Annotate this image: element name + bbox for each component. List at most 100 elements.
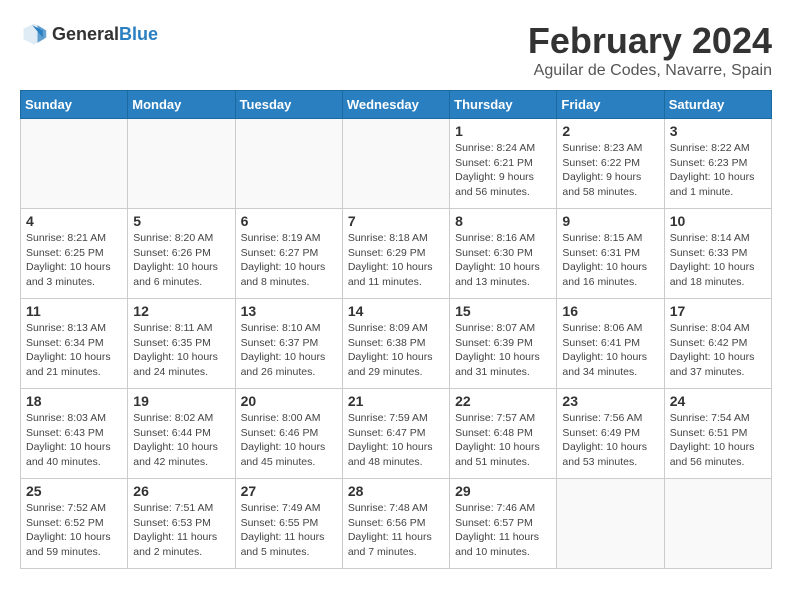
day-info: Sunrise: 8:16 AM Sunset: 6:30 PM Dayligh… xyxy=(455,231,551,290)
calendar-cell: 15 Sunrise: 8:07 AM Sunset: 6:39 PM Dayli… xyxy=(450,299,557,389)
day-number: 21 xyxy=(348,393,444,409)
calendar-cell: 24 Sunrise: 7:54 AM Sunset: 6:51 PM Dayli… xyxy=(664,389,771,479)
day-number: 12 xyxy=(133,303,229,319)
calendar-cell: 14 Sunrise: 8:09 AM Sunset: 6:38 PM Dayli… xyxy=(342,299,449,389)
calendar-cell: 11 Sunrise: 8:13 AM Sunset: 6:34 PM Dayli… xyxy=(21,299,128,389)
day-info: Sunrise: 8:02 AM Sunset: 6:44 PM Dayligh… xyxy=(133,411,229,470)
day-number: 5 xyxy=(133,213,229,229)
day-number: 23 xyxy=(562,393,658,409)
calendar-cell xyxy=(235,119,342,209)
day-info: Sunrise: 8:07 AM Sunset: 6:39 PM Dayligh… xyxy=(455,321,551,380)
day-info: Sunrise: 8:06 AM Sunset: 6:41 PM Dayligh… xyxy=(562,321,658,380)
weekday-header: Saturday xyxy=(664,91,771,119)
day-number: 14 xyxy=(348,303,444,319)
day-number: 3 xyxy=(670,123,766,139)
calendar-cell xyxy=(664,479,771,569)
day-info: Sunrise: 8:19 AM Sunset: 6:27 PM Dayligh… xyxy=(241,231,337,290)
day-number: 6 xyxy=(241,213,337,229)
calendar-cell: 5 Sunrise: 8:20 AM Sunset: 6:26 PM Daylig… xyxy=(128,209,235,299)
day-number: 13 xyxy=(241,303,337,319)
day-number: 16 xyxy=(562,303,658,319)
calendar-cell xyxy=(557,479,664,569)
calendar-cell: 9 Sunrise: 8:15 AM Sunset: 6:31 PM Daylig… xyxy=(557,209,664,299)
day-info: Sunrise: 8:21 AM Sunset: 6:25 PM Dayligh… xyxy=(26,231,122,290)
week-row: 18 Sunrise: 8:03 AM Sunset: 6:43 PM Dayli… xyxy=(21,389,772,479)
location-title: Aguilar de Codes, Navarre, Spain xyxy=(528,62,772,80)
logo-general: General xyxy=(52,24,119,44)
day-info: Sunrise: 8:15 AM Sunset: 6:31 PM Dayligh… xyxy=(562,231,658,290)
day-number: 8 xyxy=(455,213,551,229)
day-number: 10 xyxy=(670,213,766,229)
calendar-cell xyxy=(128,119,235,209)
day-info: Sunrise: 7:57 AM Sunset: 6:48 PM Dayligh… xyxy=(455,411,551,470)
calendar-cell: 29Sunrise: 7:46 AM Sunset: 6:57 PM Dayli… xyxy=(450,479,557,569)
day-number: 25 xyxy=(26,483,122,499)
calendar-table: SundayMondayTuesdayWednesdayThursdayFrid… xyxy=(20,90,772,569)
calendar-cell: 7 Sunrise: 8:18 AM Sunset: 6:29 PM Daylig… xyxy=(342,209,449,299)
day-info: Sunrise: 8:22 AM Sunset: 6:23 PM Dayligh… xyxy=(670,141,766,200)
day-info: Sunrise: 7:48 AM Sunset: 6:56 PM Dayligh… xyxy=(348,501,444,560)
day-number: 19 xyxy=(133,393,229,409)
logo: GeneralBlue xyxy=(20,20,158,48)
calendar-cell xyxy=(21,119,128,209)
day-number: 20 xyxy=(241,393,337,409)
day-number: 17 xyxy=(670,303,766,319)
calendar-cell: 19 Sunrise: 8:02 AM Sunset: 6:44 PM Dayli… xyxy=(128,389,235,479)
day-info: Sunrise: 7:54 AM Sunset: 6:51 PM Dayligh… xyxy=(670,411,766,470)
day-number: 28 xyxy=(348,483,444,499)
logo-icon xyxy=(20,20,48,48)
day-number: 2 xyxy=(562,123,658,139)
day-number: 11 xyxy=(26,303,122,319)
day-info: Sunrise: 7:59 AM Sunset: 6:47 PM Dayligh… xyxy=(348,411,444,470)
day-number: 27 xyxy=(241,483,337,499)
calendar-cell: 13Sunrise: 8:10 AM Sunset: 6:37 PM Dayli… xyxy=(235,299,342,389)
day-number: 26 xyxy=(133,483,229,499)
day-number: 18 xyxy=(26,393,122,409)
week-row: 11 Sunrise: 8:13 AM Sunset: 6:34 PM Dayli… xyxy=(21,299,772,389)
day-number: 24 xyxy=(670,393,766,409)
day-info: Sunrise: 8:20 AM Sunset: 6:26 PM Dayligh… xyxy=(133,231,229,290)
calendar-cell: 26 Sunrise: 7:51 AM Sunset: 6:53 PM Dayli… xyxy=(128,479,235,569)
day-number: 9 xyxy=(562,213,658,229)
week-row: 1 Sunrise: 8:24 AM Sunset: 6:21 PM Daylig… xyxy=(21,119,772,209)
day-info: Sunrise: 8:24 AM Sunset: 6:21 PM Dayligh… xyxy=(455,141,551,200)
calendar-cell: 18 Sunrise: 8:03 AM Sunset: 6:43 PM Dayli… xyxy=(21,389,128,479)
day-info: Sunrise: 7:56 AM Sunset: 6:49 PM Dayligh… xyxy=(562,411,658,470)
logo-blue: Blue xyxy=(119,24,158,44)
calendar-cell: 16 Sunrise: 8:06 AM Sunset: 6:41 PM Dayli… xyxy=(557,299,664,389)
calendar-cell: 25 Sunrise: 7:52 AM Sunset: 6:52 PM Dayli… xyxy=(21,479,128,569)
day-info: Sunrise: 7:46 AM Sunset: 6:57 PM Dayligh… xyxy=(455,501,551,560)
day-info: Sunrise: 7:51 AM Sunset: 6:53 PM Dayligh… xyxy=(133,501,229,560)
day-number: 1 xyxy=(455,123,551,139)
calendar-cell: 28 Sunrise: 7:48 AM Sunset: 6:56 PM Dayli… xyxy=(342,479,449,569)
calendar-cell: 21 Sunrise: 7:59 AM Sunset: 6:47 PM Dayli… xyxy=(342,389,449,479)
calendar-cell: 2 Sunrise: 8:23 AM Sunset: 6:22 PM Daylig… xyxy=(557,119,664,209)
day-info: Sunrise: 8:14 AM Sunset: 6:33 PM Dayligh… xyxy=(670,231,766,290)
calendar-cell: 23 Sunrise: 7:56 AM Sunset: 6:49 PM Dayli… xyxy=(557,389,664,479)
day-info: Sunrise: 8:09 AM Sunset: 6:38 PM Dayligh… xyxy=(348,321,444,380)
day-number: 7 xyxy=(348,213,444,229)
calendar-cell: 6 Sunrise: 8:19 AM Sunset: 6:27 PM Daylig… xyxy=(235,209,342,299)
day-info: Sunrise: 8:04 AM Sunset: 6:42 PM Dayligh… xyxy=(670,321,766,380)
day-info: Sunrise: 8:03 AM Sunset: 6:43 PM Dayligh… xyxy=(26,411,122,470)
day-info: Sunrise: 8:18 AM Sunset: 6:29 PM Dayligh… xyxy=(348,231,444,290)
weekday-header: Friday xyxy=(557,91,664,119)
day-info: Sunrise: 7:52 AM Sunset: 6:52 PM Dayligh… xyxy=(26,501,122,560)
weekday-header: Thursday xyxy=(450,91,557,119)
weekday-header-row: SundayMondayTuesdayWednesdayThursdayFrid… xyxy=(21,91,772,119)
week-row: 25 Sunrise: 7:52 AM Sunset: 6:52 PM Dayli… xyxy=(21,479,772,569)
calendar-cell: 22Sunrise: 7:57 AM Sunset: 6:48 PM Dayli… xyxy=(450,389,557,479)
calendar-cell: 20 Sunrise: 8:00 AM Sunset: 6:46 PM Dayli… xyxy=(235,389,342,479)
calendar-cell: 27Sunrise: 7:49 AM Sunset: 6:55 PM Dayli… xyxy=(235,479,342,569)
calendar-cell: 17 Sunrise: 8:04 AM Sunset: 6:42 PM Dayli… xyxy=(664,299,771,389)
day-info: Sunrise: 8:11 AM Sunset: 6:35 PM Dayligh… xyxy=(133,321,229,380)
day-info: Sunrise: 8:23 AM Sunset: 6:22 PM Dayligh… xyxy=(562,141,658,200)
week-row: 4Sunrise: 8:21 AM Sunset: 6:25 PM Daylig… xyxy=(21,209,772,299)
day-number: 15 xyxy=(455,303,551,319)
logo-text: GeneralBlue xyxy=(52,24,158,45)
month-title: February 2024 xyxy=(528,20,772,62)
day-info: Sunrise: 8:00 AM Sunset: 6:46 PM Dayligh… xyxy=(241,411,337,470)
calendar-cell: 4Sunrise: 8:21 AM Sunset: 6:25 PM Daylig… xyxy=(21,209,128,299)
day-info: Sunrise: 8:13 AM Sunset: 6:34 PM Dayligh… xyxy=(26,321,122,380)
weekday-header: Tuesday xyxy=(235,91,342,119)
